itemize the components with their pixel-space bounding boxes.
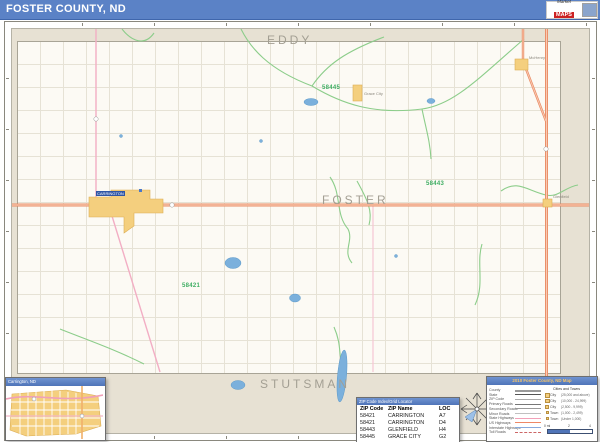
- county-name-label: FOSTER: [322, 193, 389, 207]
- zip-row-2-code: 58443: [360, 427, 375, 434]
- legend-town-symbol-2: [546, 417, 550, 421]
- zip-row-1-code: 58421: [360, 420, 375, 427]
- grid-ticks-left: [6, 28, 9, 432]
- legend-item-us-hwy: US Highways: [489, 421, 511, 425]
- legend-line-toll: [515, 432, 541, 433]
- legend-line-us-hwy: [515, 422, 541, 423]
- zip-row-1-loc: D4: [439, 420, 446, 427]
- legend-cities-header: Cities and Towns: [553, 387, 580, 391]
- legend-town-1: Town: [550, 411, 558, 415]
- title-bar: FOSTER COUNTY, ND Market MAPS: [0, 0, 600, 20]
- grid-ticks-right: [592, 28, 595, 432]
- brand-logo-mark: [582, 3, 597, 17]
- legend-city-symbol-3: [545, 405, 549, 409]
- brand-top: Market: [547, 0, 581, 4]
- inset-title: Carrington, ND: [6, 378, 105, 386]
- zip-col-header-loc: LOC: [439, 406, 450, 413]
- zip-label-58443: 58443: [426, 181, 444, 187]
- zip-row-2-name: GLENFIELD: [388, 427, 418, 434]
- legend-line-interstate: [515, 427, 541, 428]
- zip-row-0-loc: A7: [439, 413, 446, 420]
- legend-line-county: [515, 390, 541, 392]
- legend-city-range-3: (2,500 - 9,999): [561, 405, 583, 409]
- primary-highway-lines: [12, 29, 589, 433]
- legend-item-county: County: [489, 388, 500, 392]
- legend-town-range-1: (1,000 - 2,499): [561, 411, 583, 415]
- zip-col-header-name: ZIP Name: [388, 406, 412, 413]
- scale-start: 0 mi: [544, 424, 550, 428]
- grid-ticks-top: [11, 23, 588, 26]
- brand-logo: Market MAPS: [546, 1, 598, 19]
- zip-label-58421: 58421: [182, 283, 200, 289]
- legend-line-minor: [515, 413, 541, 414]
- legend-item-toll: Toll Roads: [489, 430, 506, 434]
- map-artwork: [12, 29, 589, 433]
- zip-row-2-loc: H4: [439, 427, 446, 434]
- legend-item-state-hwy: State Highways: [489, 416, 514, 420]
- legend-line-primary: [515, 404, 541, 405]
- scale-mid: 2: [568, 424, 570, 428]
- zip-row-0-code: 58421: [360, 413, 375, 420]
- legend-city-2: City: [550, 399, 556, 403]
- zip-row-1-name: CARRINGTON: [388, 420, 424, 427]
- legend-line-zip: [515, 399, 541, 400]
- legend-item-primary: Primary Roads: [489, 402, 513, 406]
- legend-city-range-2: (10,000 - 24,999): [561, 399, 586, 403]
- legend-item-zip: ZIP Code: [489, 397, 504, 401]
- mchenry-label: McHenry: [529, 55, 545, 60]
- page-title: FOSTER COUNTY, ND: [6, 3, 126, 15]
- brand-logo-text: Market MAPS: [547, 0, 581, 20]
- legend-title: 2010 Foster County, ND Map: [487, 377, 597, 385]
- glenfield-label: Glenfield: [553, 194, 569, 199]
- legend-city-symbol-2: [545, 399, 550, 404]
- legend-item-secondary: Secondary Roads: [489, 407, 518, 411]
- legend-town-range-2: (Under 1,000): [561, 417, 581, 421]
- legend-town-symbol-1: [546, 411, 550, 415]
- scale-bar: [547, 429, 593, 434]
- legend-line-state-hwy: [515, 418, 541, 419]
- zip-col-header-code: ZIP Code: [360, 406, 383, 413]
- zip-row-0-name: CARRINGTON: [388, 413, 424, 420]
- neighbor-county-label-bottom: STUTSMAN: [260, 377, 350, 391]
- city-areas: [89, 59, 552, 233]
- scale-end: 4: [589, 424, 591, 428]
- legend-line-state: [515, 394, 541, 395]
- legend-city-3: City: [550, 405, 556, 409]
- zip-row-3-loc: G2: [439, 434, 446, 441]
- neighbor-county-label-top: EDDY: [267, 33, 312, 47]
- city-inset-panel: Carrington, ND: [5, 377, 106, 441]
- brand-bottom: MAPS: [554, 12, 574, 18]
- carrington-label: CARRINGTON: [96, 191, 125, 196]
- highway-shield-icons: [94, 117, 548, 207]
- zip-row-3-name: GRACE CITY: [388, 434, 421, 441]
- zip-table-title: ZIP Code Index/Grid Locator: [357, 398, 459, 405]
- legend-line-secondary: [515, 408, 541, 409]
- inset-street-map: [6, 386, 103, 439]
- legend-item-minor: Minor Roads: [489, 412, 509, 416]
- legend-city-1: City: [550, 393, 556, 397]
- map-page: FOSTER COUNTY, ND Market MAPS: [0, 0, 600, 442]
- map-canvas: EDDY FOSTER STUTSMAN 58445 58443 58421 C…: [11, 28, 590, 434]
- legend-city-range-1: (25,000 and above): [561, 393, 590, 397]
- zip-index-table: ZIP Code Index/Grid Locator ZIP Code ZIP…: [356, 397, 460, 442]
- grace-city-label: Grace City: [364, 91, 383, 96]
- legend-item-state: State: [489, 393, 497, 397]
- lakes: [120, 99, 436, 403]
- carrington-marker: [139, 189, 142, 192]
- legend-town-2: Town: [550, 417, 558, 421]
- legend-panel: 2010 Foster County, ND Map County State …: [486, 376, 598, 442]
- zip-row-3-code: 58445: [360, 434, 375, 441]
- zip-label-58445: 58445: [322, 85, 340, 91]
